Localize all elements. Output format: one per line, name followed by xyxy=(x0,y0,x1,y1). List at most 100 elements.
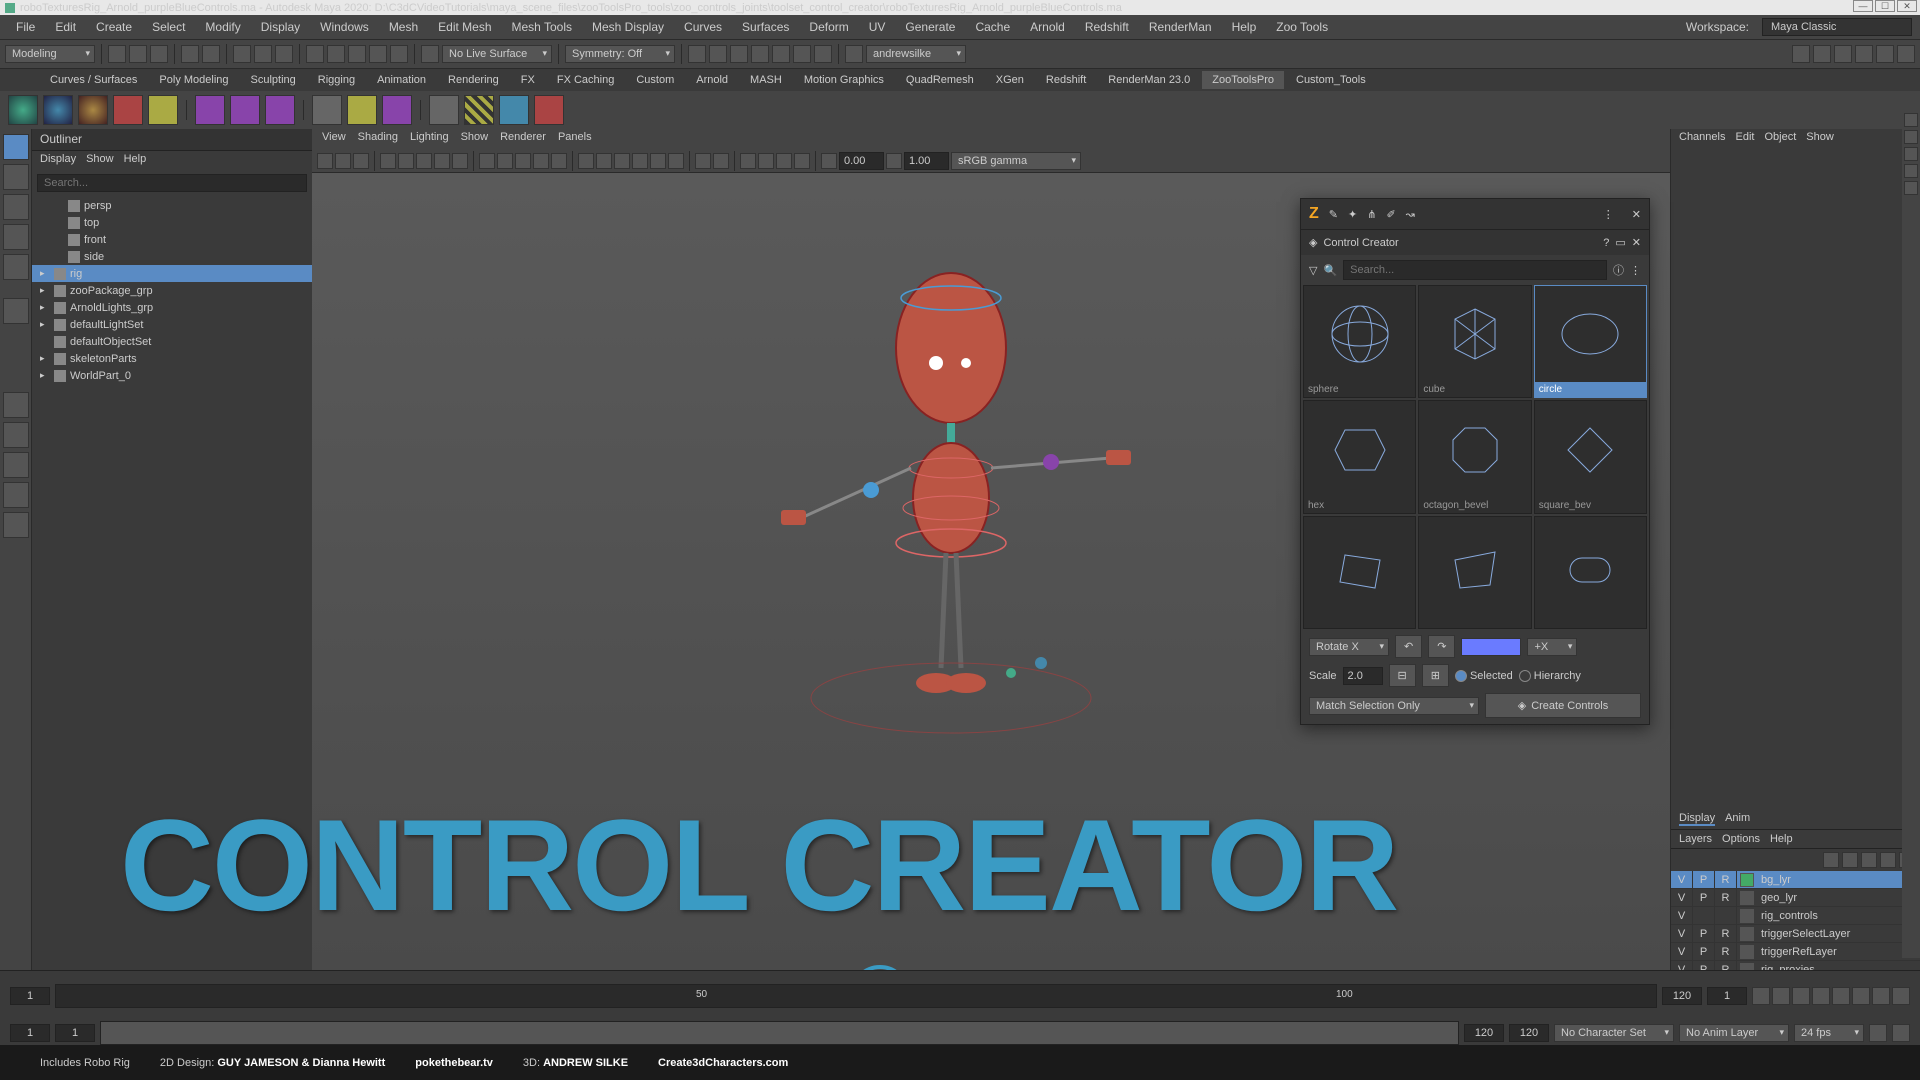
user-dropdown[interactable]: andrewsilke xyxy=(866,45,966,63)
shelf-tab-motion-graphics[interactable]: Motion Graphics xyxy=(794,71,894,89)
layer-rig_controls[interactable]: Vrig_controls xyxy=(1671,907,1920,925)
selected-radio[interactable]: Selected xyxy=(1455,670,1513,682)
render-icon[interactable] xyxy=(730,45,748,63)
render-settings-icon[interactable] xyxy=(772,45,790,63)
tab-rig-icon[interactable]: ⋔ xyxy=(1367,208,1376,221)
layout5-icon[interactable] xyxy=(1876,45,1894,63)
view2-tool[interactable] xyxy=(3,452,29,478)
vp-ao-icon[interactable] xyxy=(632,153,648,169)
outliner-item-persp[interactable]: persp xyxy=(32,197,312,214)
frame-start[interactable]: 1 xyxy=(10,987,50,1005)
vp-bookmark-icon[interactable] xyxy=(353,153,369,169)
menu-cache[interactable]: Cache xyxy=(967,17,1018,37)
create-controls-button[interactable]: ◈ Create Controls xyxy=(1485,693,1641,718)
layer-t1-icon[interactable] xyxy=(1823,852,1839,868)
rewind-icon[interactable] xyxy=(1752,987,1770,1005)
redo-rotate-icon[interactable]: ↷ xyxy=(1428,635,1455,658)
shelf-purple1-icon[interactable] xyxy=(195,95,225,125)
menu-deform[interactable]: Deform xyxy=(801,17,856,37)
layout1-icon[interactable] xyxy=(1792,45,1810,63)
layout3-icon[interactable] xyxy=(1834,45,1852,63)
shelf-tool2-icon[interactable] xyxy=(148,95,178,125)
vp-xray-icon[interactable] xyxy=(740,153,756,169)
color-swatch[interactable] xyxy=(1461,638,1521,656)
range-end2[interactable]: 120 xyxy=(1509,1024,1549,1042)
menu-edit-mesh[interactable]: Edit Mesh xyxy=(430,17,499,37)
layer-triggerSelectLayer[interactable]: VPRtriggerSelectLayer xyxy=(1671,925,1920,943)
view1-tool[interactable] xyxy=(3,422,29,448)
ipr-icon[interactable] xyxy=(751,45,769,63)
outliner-item-ArnoldLights_grp[interactable]: ▸ArnoldLights_grp xyxy=(32,299,312,316)
range-end[interactable]: 120 xyxy=(1464,1024,1504,1042)
animlayer-dropdown[interactable]: No Anim Layer xyxy=(1679,1024,1789,1042)
outliner-item-defaultLightSet[interactable]: ▸defaultLightSet xyxy=(32,316,312,333)
help-icon[interactable]: ? xyxy=(1603,237,1609,249)
save-scene-icon[interactable] xyxy=(150,45,168,63)
layer-t3-icon[interactable] xyxy=(1861,852,1877,868)
viewport-menu-show[interactable]: Show xyxy=(461,131,489,147)
shelf-tab-fx[interactable]: FX xyxy=(511,71,545,89)
channel-menu-edit[interactable]: Edit xyxy=(1735,131,1754,147)
vp-d1-icon[interactable] xyxy=(776,153,792,169)
undo-rotate-icon[interactable]: ↶ xyxy=(1395,635,1422,658)
live-surface-dropdown[interactable]: No Live Surface xyxy=(442,45,552,63)
menu-help[interactable]: Help xyxy=(1224,17,1265,37)
vp-light1-icon[interactable] xyxy=(578,153,594,169)
select-tool[interactable] xyxy=(3,134,29,160)
vp-shade3-icon[interactable] xyxy=(515,153,531,169)
mode-dropdown[interactable]: Modeling xyxy=(5,45,95,63)
vp-select-icon[interactable] xyxy=(317,153,333,169)
fps-dropdown[interactable]: 24 fps xyxy=(1794,1024,1864,1042)
info-icon[interactable]: ⓘ xyxy=(1613,262,1624,278)
tab-star-icon[interactable]: ✦ xyxy=(1348,208,1357,221)
menu-surfaces[interactable]: Surfaces xyxy=(734,17,797,37)
outliner-item-side[interactable]: side xyxy=(32,248,312,265)
menu-uv[interactable]: UV xyxy=(861,17,894,37)
snap-grid-icon[interactable] xyxy=(306,45,324,63)
shelf-tab-custom[interactable]: Custom xyxy=(626,71,684,89)
shape-hex[interactable]: hex xyxy=(1303,400,1416,513)
shelf-gear-icon[interactable] xyxy=(312,95,342,125)
tab-help[interactable]: Help xyxy=(1770,833,1793,845)
layer-t4-icon[interactable] xyxy=(1880,852,1896,868)
layer-t2-icon[interactable] xyxy=(1842,852,1858,868)
outliner-item-skeletonParts[interactable]: ▸skeletonParts xyxy=(32,350,312,367)
play-back-icon[interactable] xyxy=(1812,987,1830,1005)
dock-icon[interactable]: ▭ xyxy=(1615,236,1625,249)
axis-dropdown[interactable]: +X xyxy=(1527,638,1577,656)
vp-shade1-icon[interactable] xyxy=(479,153,495,169)
vp-expo-icon[interactable] xyxy=(821,153,837,169)
step-back-icon[interactable] xyxy=(1772,987,1790,1005)
viewport-menu-view[interactable]: View xyxy=(322,131,346,147)
rt4-icon[interactable] xyxy=(1904,164,1918,178)
colorspace-dropdown[interactable]: sRGB gamma xyxy=(951,152,1081,170)
play-icon[interactable] xyxy=(793,45,811,63)
symmetry-dropdown[interactable]: Symmetry: Off xyxy=(565,45,675,63)
hierarchy-radio[interactable]: Hierarchy xyxy=(1519,670,1581,682)
layout4-icon[interactable] xyxy=(1855,45,1873,63)
vp-shade4-icon[interactable] xyxy=(533,153,549,169)
tab-options[interactable]: Options xyxy=(1722,833,1760,845)
menu-arnold[interactable]: Arnold xyxy=(1022,17,1073,37)
shelf-zoo2-icon[interactable] xyxy=(43,95,73,125)
gamma-input[interactable] xyxy=(904,152,949,170)
shelf-tab-custom-tools[interactable]: Custom_Tools xyxy=(1286,71,1376,89)
outliner-item-zooPackage_grp[interactable]: ▸zooPackage_grp xyxy=(32,282,312,299)
shape-shape6[interactable] xyxy=(1303,516,1416,629)
snap-live-icon[interactable] xyxy=(390,45,408,63)
viewport-menu-shading[interactable]: Shading xyxy=(358,131,398,147)
shelf-tab-arnold[interactable]: Arnold xyxy=(686,71,738,89)
outliner-search[interactable] xyxy=(37,174,307,192)
menu-windows[interactable]: Windows xyxy=(312,17,377,37)
layout2-icon[interactable] xyxy=(1813,45,1831,63)
vp-film-icon[interactable] xyxy=(398,153,414,169)
layer-triggerRefLayer[interactable]: VPRtriggerRefLayer xyxy=(1671,943,1920,961)
autokey-icon[interactable] xyxy=(1869,1024,1887,1042)
snap-point-icon[interactable] xyxy=(348,45,366,63)
vp-joint-icon[interactable] xyxy=(758,153,774,169)
viewport-menu-renderer[interactable]: Renderer xyxy=(500,131,546,147)
outliner-item-WorldPart_0[interactable]: ▸WorldPart_0 xyxy=(32,367,312,384)
outliner-menu-help[interactable]: Help xyxy=(124,153,147,169)
shelf-tab-rendering[interactable]: Rendering xyxy=(438,71,509,89)
shape-octagon_bevel[interactable]: octagon_bevel xyxy=(1418,400,1531,513)
